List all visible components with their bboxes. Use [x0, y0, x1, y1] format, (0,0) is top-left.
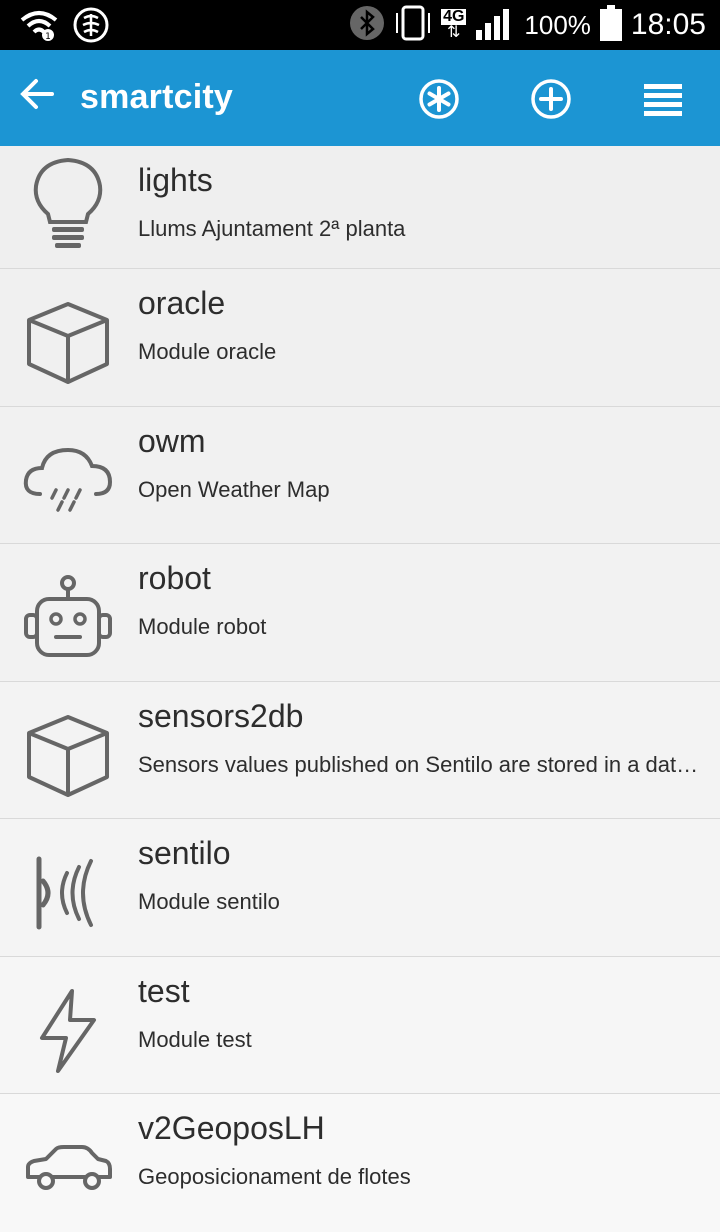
- network-type-label: 4G: [441, 8, 467, 25]
- module-name: robot: [138, 560, 211, 596]
- network-4g-icon: 4G ⇅: [441, 8, 467, 41]
- lightbulb-icon: [20, 156, 116, 252]
- menu-icon: [644, 84, 682, 116]
- battery-percent: 100%: [524, 9, 591, 40]
- svg-text:1: 1: [45, 32, 51, 42]
- battery-icon: [599, 4, 623, 47]
- list-item-v2GeoposLH[interactable]: v2GeoposLH Geoposicionament de flotes: [0, 1094, 720, 1232]
- asterisk-button[interactable]: [418, 78, 460, 120]
- car-icon: [20, 1120, 116, 1216]
- list-item-owm[interactable]: owm Open Weather Map: [0, 406, 720, 544]
- lightning-icon: [20, 983, 116, 1079]
- module-name: owm: [138, 422, 206, 459]
- add-button[interactable]: [530, 78, 572, 120]
- module-description: Geoposicionament de flotes: [138, 1164, 411, 1189]
- module-name: sensors2db: [138, 697, 304, 734]
- module-name: lights: [138, 162, 213, 198]
- module-description: Module oracle: [138, 339, 277, 364]
- bluetooth-icon: [349, 5, 385, 46]
- list-item-sentilo[interactable]: sentilo Module sentilo: [0, 819, 720, 957]
- status-bar: 1 4G ⇅ 100% 18:05: [0, 0, 720, 50]
- add-circle-icon: [531, 79, 571, 119]
- module-name: oracle: [138, 285, 226, 321]
- signal-waves-icon: [20, 845, 116, 941]
- module-name: sentilo: [138, 835, 231, 871]
- module-name: test: [138, 972, 190, 1009]
- asterisk-icon: [419, 79, 459, 119]
- module-description: Module sentilo: [138, 889, 280, 914]
- back-arrow-icon[interactable]: [20, 76, 60, 120]
- menu-button[interactable]: [642, 78, 686, 120]
- brain-app-icon: [72, 6, 110, 49]
- list-item-robot[interactable]: robot Module robot: [0, 544, 720, 682]
- module-description: Llums Ajuntament 2ª planta: [138, 216, 406, 241]
- page-title: smartcity: [80, 78, 233, 116]
- clock: 18:05: [630, 8, 706, 41]
- module-description: Sensors values published on Sentilo are …: [138, 751, 700, 777]
- app-bar: smartcity: [0, 50, 720, 146]
- module-description: Module test: [138, 1026, 252, 1052]
- module-name: v2GeoposLH: [138, 1110, 325, 1146]
- wifi-icon: 1: [20, 8, 58, 47]
- cube-icon: [20, 708, 116, 804]
- vibrate-icon: [393, 3, 433, 48]
- cube-icon: [20, 295, 116, 391]
- robot-icon: [20, 570, 116, 666]
- module-description: Module robot: [138, 614, 267, 639]
- list-item-oracle[interactable]: oracle Module oracle: [0, 269, 720, 407]
- list-item-test[interactable]: test Module test: [0, 956, 720, 1094]
- list-item-sensors2db[interactable]: sensors2db Sensors values published on S…: [0, 681, 720, 819]
- list-item-lights[interactable]: lights Llums Ajuntament 2ª planta: [0, 146, 720, 269]
- signal-strength-icon: [474, 4, 516, 47]
- module-list: lights Llums Ajuntament 2ª planta oracle…: [0, 146, 720, 1232]
- rain-cloud-icon: [20, 433, 116, 529]
- module-description: Open Weather Map: [138, 476, 330, 502]
